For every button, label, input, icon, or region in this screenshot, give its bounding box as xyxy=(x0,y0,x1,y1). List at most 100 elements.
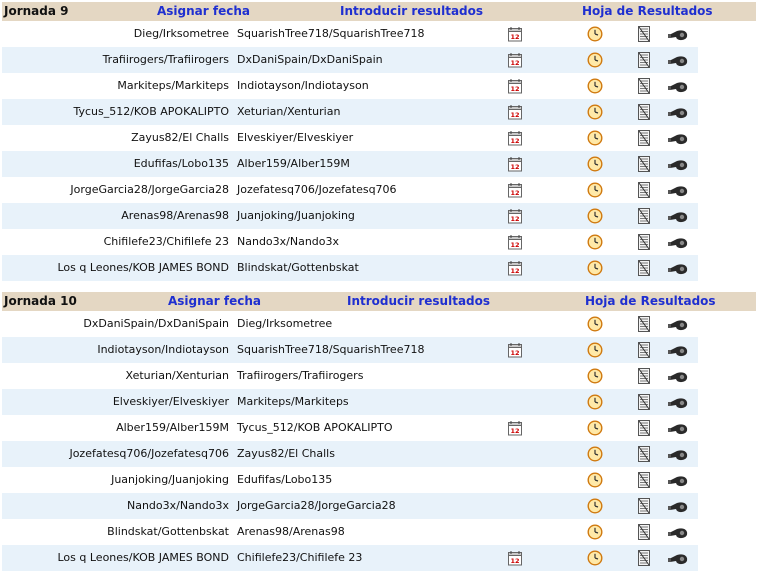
whistle-icon[interactable] xyxy=(667,472,689,488)
introducir-resultados-link[interactable]: Introducir resultados xyxy=(340,4,483,18)
home-team: Jozefatesq706/Jozefatesq706 xyxy=(69,447,229,460)
results-sheet-icon[interactable] xyxy=(636,446,652,462)
results-sheet-icon[interactable] xyxy=(636,472,652,488)
hoja-resultados-link[interactable]: Hoja de Resultados xyxy=(585,294,716,308)
results-sheet-icon[interactable] xyxy=(636,26,652,42)
calendar-icon[interactable]: 12 xyxy=(507,420,523,436)
clock-icon[interactable] xyxy=(587,104,603,120)
results-sheet-icon[interactable] xyxy=(636,498,652,514)
clock-icon[interactable] xyxy=(587,472,603,488)
whistle-icon[interactable] xyxy=(667,342,689,358)
away-team: Indiotayson/Indiotayson xyxy=(237,79,369,92)
clock-icon[interactable] xyxy=(587,260,603,276)
jornada-title: Jornada 10 xyxy=(4,294,77,308)
results-sheet-icon[interactable] xyxy=(636,156,652,172)
home-team: Trafiirogers/Trafiirogers xyxy=(102,53,229,66)
results-sheet-icon[interactable] xyxy=(636,208,652,224)
match-row: Jozefatesq706/Jozefatesq706 Zayus82/El Ch… xyxy=(2,441,698,467)
clock-icon[interactable] xyxy=(587,182,603,198)
calendar-icon[interactable]: 12 xyxy=(507,104,523,120)
calendar-icon[interactable]: 12 xyxy=(507,52,523,68)
whistle-icon[interactable] xyxy=(667,260,689,276)
asignar-fecha-link[interactable]: Asignar fecha xyxy=(157,4,250,18)
whistle-icon[interactable] xyxy=(667,78,689,94)
jornada-header: Jornada 9 Asignar fecha Introducir resul… xyxy=(2,2,756,21)
whistle-icon[interactable] xyxy=(667,52,689,68)
results-sheet-icon[interactable] xyxy=(636,342,652,358)
hoja-resultados-link[interactable]: Hoja de Resultados xyxy=(582,4,713,18)
results-sheet-icon[interactable] xyxy=(636,104,652,120)
home-team: Indiotayson/Indiotayson xyxy=(97,343,229,356)
results-sheet-icon[interactable] xyxy=(636,260,652,276)
whistle-icon[interactable] xyxy=(667,208,689,224)
calendar-icon[interactable]: 12 xyxy=(507,130,523,146)
results-sheet-icon[interactable] xyxy=(636,234,652,250)
clock-icon[interactable] xyxy=(587,52,603,68)
clock-icon[interactable] xyxy=(587,26,603,42)
calendar-icon[interactable]: 12 xyxy=(507,234,523,250)
whistle-icon[interactable] xyxy=(667,234,689,250)
introducir-resultados-link[interactable]: Introducir resultados xyxy=(347,294,490,308)
results-sheet-icon[interactable] xyxy=(636,78,652,94)
results-sheet-icon[interactable] xyxy=(636,316,652,332)
whistle-icon[interactable] xyxy=(667,446,689,462)
away-team: Trafiirogers/Trafiirogers xyxy=(237,369,364,382)
whistle-icon[interactable] xyxy=(667,316,689,332)
calendar-icon[interactable]: 12 xyxy=(507,208,523,224)
whistle-icon[interactable] xyxy=(667,368,689,384)
match-row: Nando3x/Nando3x JorgeGarcia28/JorgeGarcia… xyxy=(2,493,698,519)
clock-icon[interactable] xyxy=(587,78,603,94)
clock-icon[interactable] xyxy=(587,420,603,436)
calendar-icon[interactable]: 12 xyxy=(507,182,523,198)
away-team: Edufifas/Lobo135 xyxy=(237,473,333,486)
clock-icon[interactable] xyxy=(587,342,603,358)
match-row: Markiteps/Markiteps Indiotayson/Indiotays… xyxy=(2,73,698,99)
whistle-icon[interactable] xyxy=(667,104,689,120)
calendar-icon[interactable]: 12 xyxy=(507,342,523,358)
away-team: SquarishTree718/SquarishTree718 xyxy=(237,27,425,40)
clock-icon[interactable] xyxy=(587,446,603,462)
clock-icon[interactable] xyxy=(587,394,603,410)
whistle-icon[interactable] xyxy=(667,550,689,566)
jornada-header: Jornada 10 Asignar fecha Introducir resu… xyxy=(2,292,756,311)
calendar-icon[interactable]: 12 xyxy=(507,156,523,172)
clock-icon[interactable] xyxy=(587,550,603,566)
match-list: Dieg/Irksometree SquarishTree718/Squarish… xyxy=(2,21,756,281)
whistle-icon[interactable] xyxy=(667,156,689,172)
clock-icon[interactable] xyxy=(587,368,603,384)
away-team: Chifilefe23/Chifilefe 23 xyxy=(237,551,363,564)
whistle-icon[interactable] xyxy=(667,26,689,42)
clock-icon[interactable] xyxy=(587,234,603,250)
whistle-icon[interactable] xyxy=(667,130,689,146)
clock-icon[interactable] xyxy=(587,498,603,514)
whistle-icon[interactable] xyxy=(667,394,689,410)
results-sheet-icon[interactable] xyxy=(636,52,652,68)
match-row: Tycus_512/KOB APOKALIPTO Xeturian/Xenturi… xyxy=(2,99,698,125)
away-team: DxDaniSpain/DxDaniSpain xyxy=(237,53,383,66)
whistle-icon[interactable] xyxy=(667,182,689,198)
whistle-icon[interactable] xyxy=(667,524,689,540)
results-sheet-icon[interactable] xyxy=(636,420,652,436)
svg-text:12: 12 xyxy=(510,557,519,565)
home-team: DxDaniSpain/DxDaniSpain xyxy=(83,317,229,330)
whistle-icon[interactable] xyxy=(667,498,689,514)
asignar-fecha-link[interactable]: Asignar fecha xyxy=(168,294,261,308)
results-sheet-icon[interactable] xyxy=(636,182,652,198)
clock-icon[interactable] xyxy=(587,156,603,172)
calendar-icon[interactable]: 12 xyxy=(507,260,523,276)
calendar-icon[interactable]: 12 xyxy=(507,550,523,566)
calendar-icon[interactable]: 12 xyxy=(507,78,523,94)
clock-icon[interactable] xyxy=(587,316,603,332)
whistle-icon[interactable] xyxy=(667,420,689,436)
clock-icon[interactable] xyxy=(587,208,603,224)
clock-icon[interactable] xyxy=(587,130,603,146)
results-sheet-icon[interactable] xyxy=(636,524,652,540)
calendar-icon[interactable]: 12 xyxy=(507,26,523,42)
results-sheet-icon[interactable] xyxy=(636,394,652,410)
clock-icon[interactable] xyxy=(587,524,603,540)
results-sheet-icon[interactable] xyxy=(636,130,652,146)
results-sheet-icon[interactable] xyxy=(636,368,652,384)
match-row: Indiotayson/Indiotayson SquarishTree718/S… xyxy=(2,337,698,363)
away-team: Arenas98/Arenas98 xyxy=(237,525,345,538)
results-sheet-icon[interactable] xyxy=(636,550,652,566)
